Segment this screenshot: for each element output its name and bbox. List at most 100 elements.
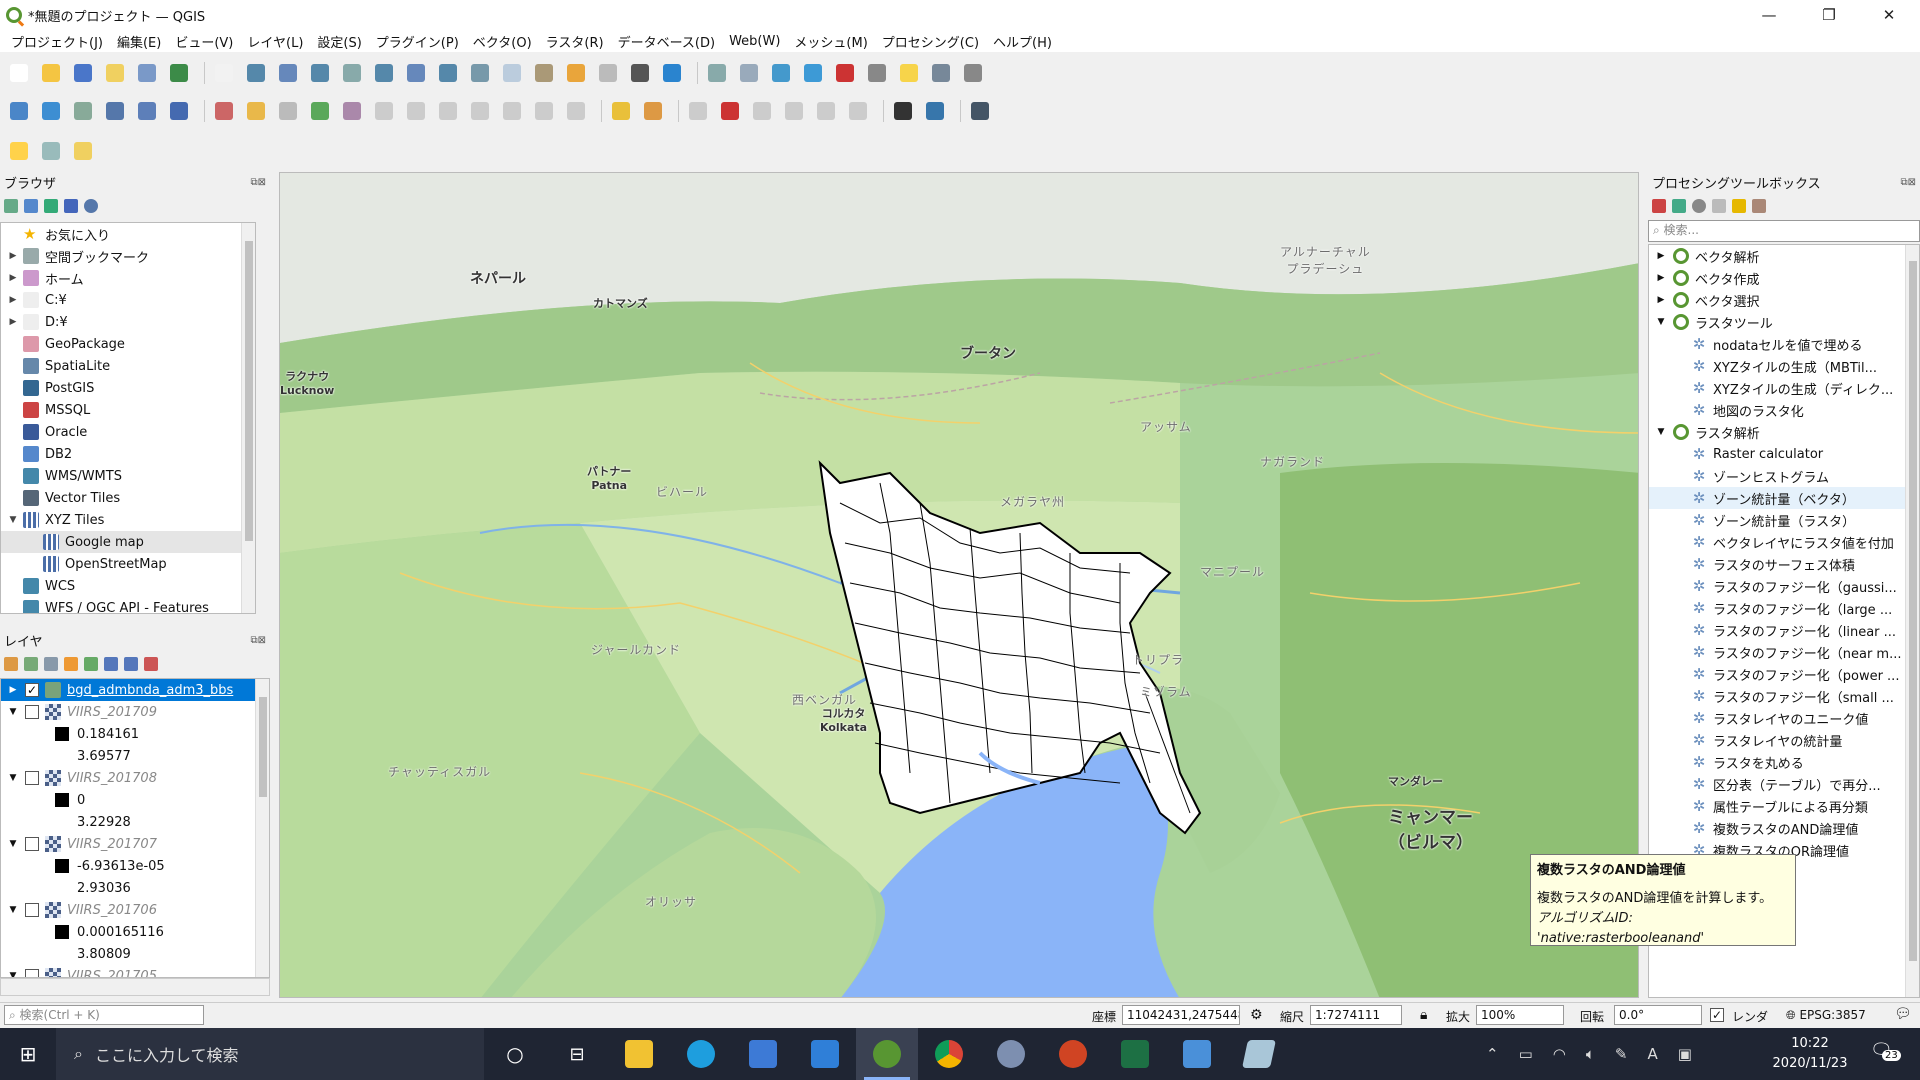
visibility-icon[interactable] <box>44 657 58 671</box>
new-project-button[interactable] <box>6 60 32 86</box>
taskbar-app-excel[interactable] <box>1104 1028 1166 1080</box>
chevron-down-icon[interactable]: ▼ <box>1655 317 1667 327</box>
processing-group[interactable]: ▶ ベクタ解析 <box>1649 245 1919 267</box>
ime-mode-icon[interactable]: ▣ <box>1678 1045 1692 1063</box>
collapse-all-icon[interactable] <box>64 199 78 213</box>
edit-features-icon[interactable] <box>1732 199 1746 213</box>
label-button[interactable] <box>608 98 634 124</box>
taskbar-app-photos[interactable] <box>1166 1028 1228 1080</box>
zoom-native-button[interactable] <box>435 60 461 86</box>
filter-icon[interactable] <box>44 199 58 213</box>
processing-algorithm[interactable]: ✲ ラスタのサーフェス体積 <box>1649 553 1919 575</box>
save-project-button[interactable] <box>70 60 96 86</box>
menu-item[interactable]: ビュー(V) <box>168 32 240 51</box>
taskbar-app-other[interactable] <box>1228 1028 1290 1080</box>
data-source-manager-button[interactable] <box>6 98 32 124</box>
new-virtual-layer-button[interactable] <box>166 98 192 124</box>
show-hide-labels-button[interactable] <box>717 98 743 124</box>
undo-button[interactable] <box>531 98 557 124</box>
panel-float-close-icon[interactable]: ⧉⊠ <box>250 177 266 188</box>
browser-item[interactable]: MSSQL <box>1 399 255 421</box>
chevron-down-icon[interactable]: ▼ <box>7 707 19 717</box>
refresh-icon[interactable] <box>24 199 38 213</box>
menu-item[interactable]: メッシュ(M) <box>787 32 874 51</box>
layer-row[interactable]: ▶ ✓ bgd_admbnda_adm3_bbs <box>1 679 269 701</box>
vertex-tool-button[interactable] <box>339 98 365 124</box>
processing-algorithm[interactable]: ✲ Raster calculator <box>1649 443 1919 465</box>
new-geopackage-layer-button[interactable] <box>38 98 64 124</box>
render-checkbox[interactable]: ✓ <box>1710 1008 1724 1022</box>
map-tips-button[interactable] <box>896 60 922 86</box>
processing-algorithm[interactable]: ✲ ベクタレイヤにラスタ値を付加 <box>1649 531 1919 553</box>
browser-item[interactable]: SpatiaLite <box>1 355 255 377</box>
taskbar-app-powerpoint[interactable] <box>1042 1028 1104 1080</box>
crs-button[interactable]: 🌐︎ EPSG:3857 <box>1786 1008 1866 1023</box>
cortana-button[interactable]: ○ <box>484 1028 546 1080</box>
metasearch-button[interactable] <box>890 98 916 124</box>
browser-item[interactable]: WCS <box>1 575 255 597</box>
style-icon[interactable] <box>4 657 18 671</box>
layer-visibility-checkbox[interactable]: ✓ <box>25 683 39 697</box>
select-by-location-button[interactable] <box>928 60 954 86</box>
processing-group[interactable]: ▼ ラスタツール <box>1649 311 1919 333</box>
remove-layer-icon[interactable] <box>144 657 158 671</box>
zoom-to-layer-button[interactable] <box>403 60 429 86</box>
layer-row[interactable]: ▼ VIIRS_201706 <box>1 899 269 921</box>
rotation-field[interactable]: 0.0° <box>1614 1005 1702 1025</box>
scale-field[interactable]: 1:7274111 <box>1310 1005 1402 1025</box>
wifi-icon[interactable]: ◠ <box>1553 1045 1566 1063</box>
paste-features-button[interactable] <box>499 98 525 124</box>
measure-button[interactable] <box>864 60 890 86</box>
processing-algorithm[interactable]: ✲ ゾーン統計量（ベクタ） <box>1649 487 1919 509</box>
deselect-all-button[interactable] <box>70 138 96 164</box>
expression-filter-icon[interactable] <box>84 657 98 671</box>
processing-toolbox-button[interactable] <box>800 60 826 86</box>
zoom-in-button[interactable] <box>275 60 301 86</box>
magnifier-field[interactable]: 100% <box>1476 1005 1564 1025</box>
browser-item[interactable]: Oracle <box>1 421 255 443</box>
menu-item[interactable]: Web(W) <box>722 34 787 49</box>
processing-algorithm[interactable]: ✲ 属性テーブルによる再分類 <box>1649 795 1919 817</box>
open-project-button[interactable] <box>38 60 64 86</box>
processing-group[interactable]: ▶ ベクタ選択 <box>1649 289 1919 311</box>
processing-algorithm[interactable]: ✲ ラスタのファジー化（linear ... <box>1649 619 1919 641</box>
clock[interactable]: 10:22 2020/11/23 <box>1770 1034 1850 1074</box>
layer-visibility-checkbox[interactable] <box>25 837 39 851</box>
temporal-controller-button[interactable] <box>627 60 653 86</box>
chevron-down-icon[interactable]: ▼ <box>1655 427 1667 437</box>
browser-item[interactable]: WFS / OGC API - Features <box>1 597 255 613</box>
processing-algorithm[interactable]: ✲ ゾーンヒストグラム <box>1649 465 1919 487</box>
coordinate-field[interactable]: 11042431,2475448 <box>1122 1005 1240 1025</box>
add-selected-icon[interactable] <box>4 199 18 213</box>
chevron-down-icon[interactable]: ▼ <box>7 971 19 977</box>
add-group-icon[interactable] <box>24 657 38 671</box>
volume-icon[interactable]: 🔈︎ <box>1586 1045 1595 1063</box>
processing-algorithm[interactable]: ✲ nodataセルを値で埋める <box>1649 333 1919 355</box>
rotate-label-button[interactable] <box>781 98 807 124</box>
chevron-right-icon[interactable]: ▶ <box>7 317 19 327</box>
pin-labels-button[interactable] <box>685 98 711 124</box>
new-shapefile-layer-button[interactable] <box>70 98 96 124</box>
text-annotation-button[interactable] <box>960 60 986 86</box>
copy-features-button[interactable] <box>467 98 493 124</box>
redo-button[interactable] <box>563 98 589 124</box>
save-edits-button[interactable] <box>275 98 301 124</box>
browser-scrollbar[interactable] <box>241 223 255 613</box>
delete-selected-button[interactable] <box>403 98 429 124</box>
collapse-all-icon[interactable] <box>124 657 138 671</box>
toggle-extents-icon[interactable]: ⚙ <box>1250 1007 1263 1023</box>
chevron-right-icon[interactable]: ▶ <box>1655 295 1667 305</box>
taskbar-app-chrome[interactable] <box>918 1028 980 1080</box>
processing-algorithm[interactable]: ✲ ラスタのファジー化（large ... <box>1649 597 1919 619</box>
maximize-button[interactable]: ❐ <box>1800 0 1858 30</box>
add-feature-button[interactable] <box>307 98 333 124</box>
layer-visibility-checkbox[interactable] <box>25 771 39 785</box>
sum-button[interactable] <box>832 60 858 86</box>
close-button[interactable]: ✕ <box>1860 0 1918 30</box>
processing-group[interactable]: ▶ ベクタ作成 <box>1649 267 1919 289</box>
map-canvas[interactable]: ネパール カトマンズ ブータン ラクナウ Lucknow パトナー Patna ビハール ア… <box>279 172 1639 998</box>
menu-item[interactable]: 設定(S) <box>310 32 368 51</box>
show-bookmarks-button[interactable] <box>595 60 621 86</box>
layer-visibility-checkbox[interactable] <box>25 903 39 917</box>
browser-item[interactable]: PostGIS <box>1 377 255 399</box>
